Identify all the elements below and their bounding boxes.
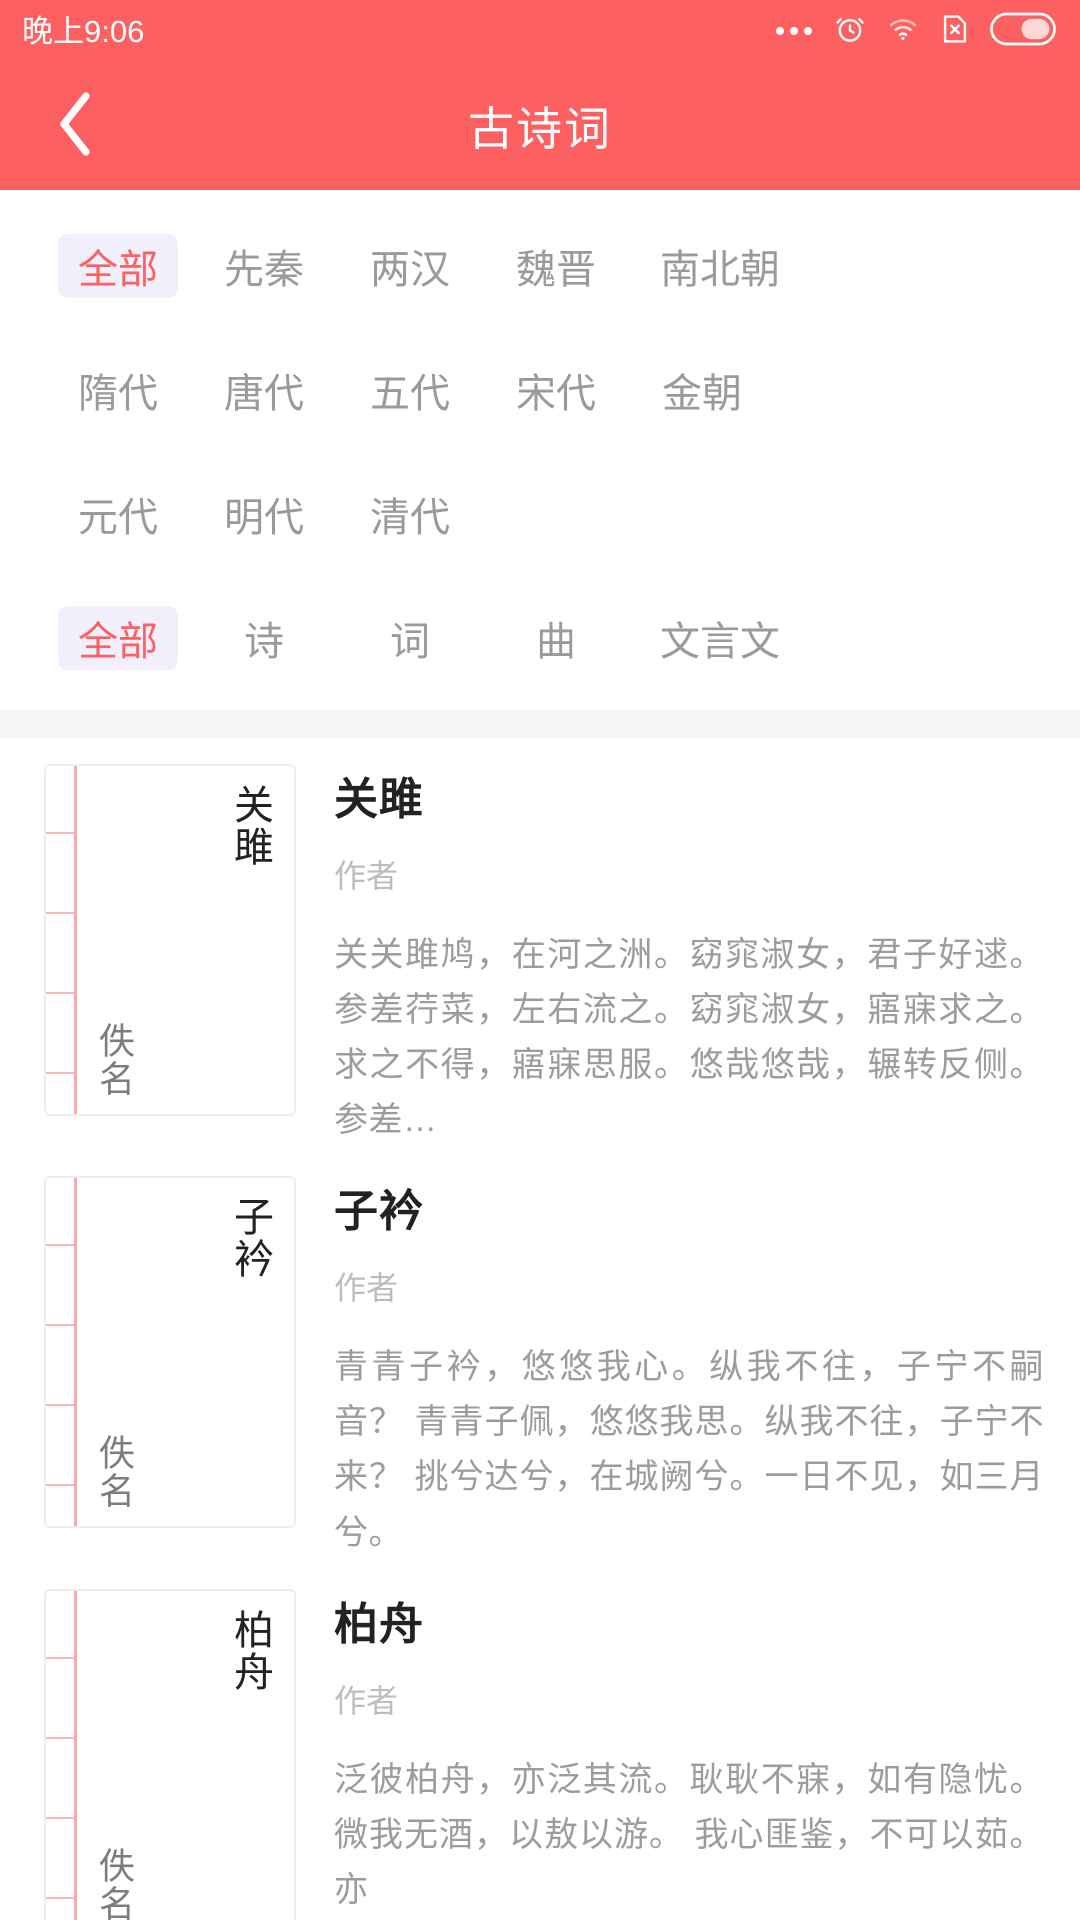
battery-icon (990, 12, 1056, 51)
poem-card[interactable]: 柏舟 佚名 柏舟 作者 泛彼柏舟，亦泛其流。耿耿不寐，如有隐忧。微我无酒，以敖以游。 我… (0, 1588, 1080, 1920)
thumbnail-margin-column (46, 1591, 74, 1920)
thumbnail-rule-line (74, 1590, 77, 1920)
poem-list: 关雎 佚名 关雎 作者 关关雎鸠，在河之洲。窈窕淑女，君子好逑。 参差荇菜，左右流之。窈… (0, 764, 1080, 1920)
poem-title: 关雎 (334, 775, 424, 824)
filter-chip-genre-曲[interactable]: 曲 (496, 606, 616, 670)
poem-thumbnail: 关雎佚名 (44, 764, 296, 1116)
poem-excerpt: 泛彼柏舟，亦泛其流。耿耿不寐，如有隐忧。微我无酒，以敖以游。 我心匪鉴，不可以茹… (334, 1760, 1044, 1909)
dynasty-filter-row: 隋代 唐代 五代 宋代 金朝 (0, 328, 1080, 452)
poem-card[interactable]: 子衿 佚名 子衿 作者 青青子衿，悠悠我心。纵我不往，子宁不嗣音？ 青青子佩，悠悠我思。… (0, 1176, 1080, 1560)
filter-chip-genre-文言文[interactable]: 文言文 (642, 606, 798, 670)
poem-title: 柏舟 (334, 1599, 424, 1649)
section-divider (0, 710, 1080, 738)
status-time: 晚上9:06 (22, 13, 145, 49)
thumbnail-margin-column (46, 766, 74, 1114)
alarm-clock-icon (833, 12, 867, 51)
filter-chip-dynasty-五代[interactable]: 五代 (350, 358, 470, 422)
filter-chip-dynasty-魏晋[interactable]: 魏晋 (496, 234, 616, 298)
sim-card-disabled-icon (939, 12, 971, 51)
poem-thumbnail: 子衿佚名 (44, 1176, 296, 1529)
poem-excerpt: 关关雎鸠，在河之洲。窈窕淑女，君子好逑。 参差荇菜，左右流之。窈窕淑女，寤寐求之… (334, 936, 1044, 1140)
thumbnail-author: 佚名 (94, 1022, 136, 1098)
poem-excerpt: 青青子衿，悠悠我心。纵我不往，子宁不嗣音？ 青青子佩，悠悠我思。纵我不往，子宁不… (334, 1348, 1044, 1552)
status-bar: 晚上9:06 (0, 0, 1080, 62)
filter-chip-dynasty-隋代[interactable]: 隋代 (58, 358, 178, 422)
poem-author-label: 作者 (334, 1682, 399, 1719)
wifi-icon (886, 12, 920, 51)
filter-chip-dynasty-南北朝[interactable]: 南北朝 (642, 234, 798, 298)
thumbnail-author: 佚名 (94, 1846, 136, 1920)
app-header: 古诗词 (0, 62, 1080, 190)
filter-chip-dynasty-明代[interactable]: 明代 (204, 482, 324, 546)
thumbnail-title: 关雎 (228, 784, 272, 868)
page-title: 古诗词 (468, 103, 612, 155)
thumbnail-rule-line (74, 766, 77, 1114)
thumbnail-margin-column (46, 1178, 74, 1526)
poem-body: 子衿作者青青子衿，悠悠我心。纵我不往，子宁不嗣音？ 青青子佩，悠悠我思。纵我不往… (296, 1176, 1044, 1560)
filter-chip-dynasty-两汉[interactable]: 两汉 (350, 234, 470, 298)
filter-chip-genre-诗[interactable]: 诗 (204, 606, 324, 670)
filter-chip-dynasty-金朝[interactable]: 金朝 (642, 358, 762, 422)
genre-filter-row: 全部诗词曲文言文 (0, 576, 1080, 700)
thumbnail-author: 佚名 (94, 1434, 136, 1511)
poem-author-label: 作者 (334, 1270, 399, 1307)
filter-chip-genre-词[interactable]: 词 (350, 606, 470, 670)
dynasty-filter-row: 元代 明代 清代 (0, 452, 1080, 576)
more-dots-icon (776, 27, 814, 35)
poem-body: 关雎作者关关雎鸠，在河之洲。窈窕淑女，君子好逑。 参差荇菜，左右流之。窈窕淑女，… (296, 764, 1044, 1148)
filter-chip-dynasty-唐代[interactable]: 唐代 (204, 358, 324, 422)
status-icon-group (776, 12, 1056, 51)
poem-card[interactable]: 关雎 佚名 关雎 作者 关关雎鸠，在河之洲。窈窕淑女，君子好逑。 参差荇菜，左右流之。窈… (0, 764, 1080, 1148)
thumbnail-title: 子衿 (228, 1196, 272, 1281)
filter-chip-dynasty-清代[interactable]: 清代 (350, 482, 470, 546)
filter-chip-dynasty-宋代[interactable]: 宋代 (496, 358, 616, 422)
dynasty-filter-row: 全部 先秦 两汉 魏晋 南北朝 (0, 204, 1080, 328)
thumbnail-title: 柏舟 (228, 1608, 272, 1693)
filter-chip-dynasty-全部[interactable]: 全部 (58, 234, 178, 298)
filter-chip-dynasty-先秦[interactable]: 先秦 (204, 234, 324, 298)
thumbnail-rule-line (74, 1178, 77, 1527)
poem-title: 子衿 (334, 1187, 424, 1237)
filter-chip-dynasty-元代[interactable]: 元代 (58, 482, 178, 546)
poem-body: 柏舟作者泛彼柏舟，亦泛其流。耿耿不寐，如有隐忧。微我无酒，以敖以游。 我心匪鉴，… (296, 1589, 1044, 1918)
poem-thumbnail: 柏舟佚名 (44, 1588, 296, 1920)
filter-chip-genre-全部[interactable]: 全部 (58, 606, 178, 670)
poem-author-label: 作者 (334, 858, 399, 894)
filter-panel: 全部 先秦 两汉 魏晋 南北朝 隋代 唐代 五代 宋代 金朝 元代 明代 清代 全部诗词曲文言文 (0, 190, 1080, 700)
